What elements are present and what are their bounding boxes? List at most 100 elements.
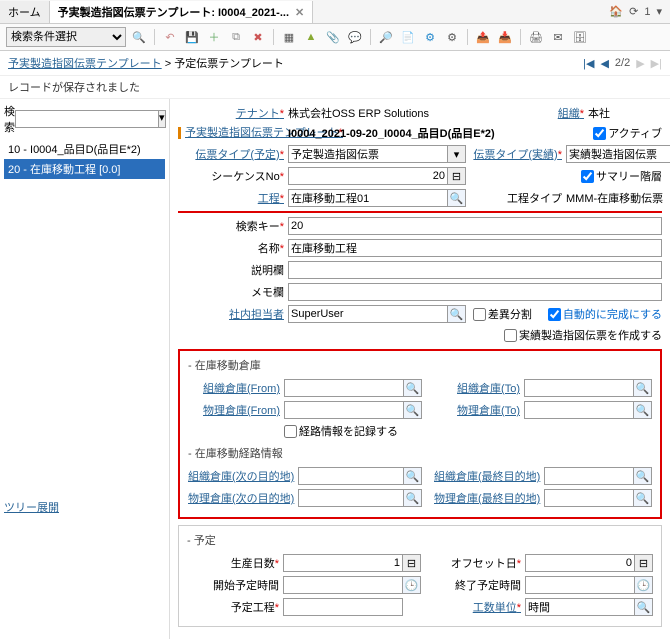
delete-icon[interactable]: ✖ bbox=[249, 28, 267, 46]
mail-icon[interactable]: ✉ bbox=[549, 28, 567, 46]
proddays-spinner[interactable]: ⊟ bbox=[403, 554, 421, 572]
tab-home[interactable]: ホーム bbox=[0, 1, 50, 23]
phywh-to-label[interactable]: 物理倉庫(To) bbox=[434, 402, 524, 418]
intrep-lookup[interactable]: 🔍 bbox=[448, 305, 466, 323]
breadcrumb-link-1[interactable]: 予実製造指図伝票テンプレート bbox=[8, 58, 162, 70]
phywh-next-lookup[interactable]: 🔍 bbox=[404, 489, 422, 507]
summary-checkbox[interactable]: サマリー階層 bbox=[581, 168, 662, 184]
orgwh-next-lookup[interactable]: 🔍 bbox=[404, 467, 422, 485]
tree-search-input[interactable] bbox=[15, 110, 159, 128]
orgwh-to-label[interactable]: 組織倉庫(To) bbox=[434, 380, 524, 396]
close-icon[interactable]: ✕ bbox=[295, 7, 304, 19]
process-icon[interactable]: ⚙ bbox=[421, 28, 439, 46]
offset-spinner[interactable]: ⊟ bbox=[635, 554, 653, 572]
desc-input[interactable] bbox=[288, 261, 662, 279]
key-input[interactable] bbox=[288, 217, 662, 235]
nav-up-icon[interactable]: ▲ bbox=[302, 28, 320, 46]
search-icon[interactable]: 🔍 bbox=[130, 28, 148, 46]
intrep-label[interactable]: 社内担当者 bbox=[178, 306, 288, 322]
orgwh-last-label[interactable]: 組織倉庫(最終目的地) bbox=[434, 468, 544, 484]
phywh-to-lookup[interactable]: 🔍 bbox=[634, 401, 652, 419]
proc-label[interactable]: 工程 bbox=[178, 190, 288, 206]
tenant-label[interactable]: テナント bbox=[178, 105, 288, 121]
orgwh-from-label[interactable]: 組織倉庫(From) bbox=[188, 380, 284, 396]
org-label[interactable]: 組織 bbox=[488, 105, 588, 121]
seq-input[interactable] bbox=[288, 167, 448, 185]
type-plan-input[interactable] bbox=[288, 145, 448, 163]
search-cond-select[interactable]: 検索条件選択 bbox=[6, 27, 126, 47]
phywh-from-label[interactable]: 物理倉庫(From) bbox=[188, 402, 284, 418]
tree-expand-link[interactable]: ツリー展開 bbox=[4, 499, 165, 515]
phywh-next-input[interactable] bbox=[298, 489, 404, 507]
tree-search-dropdown[interactable]: ▾ bbox=[159, 110, 166, 128]
gear-icon[interactable]: ⚙ bbox=[443, 28, 461, 46]
phywh-last-lookup[interactable]: 🔍 bbox=[634, 489, 652, 507]
nav-first-icon[interactable]: |◀ bbox=[583, 57, 594, 70]
tree-item-1[interactable]: 20 - 在庫移動工程 [0.0] bbox=[4, 159, 165, 179]
memo-input[interactable] bbox=[288, 283, 662, 301]
zoom-icon[interactable]: 🔎 bbox=[377, 28, 395, 46]
archive-icon[interactable]: 🗄 bbox=[571, 28, 589, 46]
template-label[interactable]: 予実製造指図伝票テンプレート bbox=[178, 127, 288, 139]
nav-prev-icon[interactable]: ◀ bbox=[600, 57, 608, 70]
tenant-value: 株式会社OSS ERP Solutions bbox=[288, 105, 488, 121]
refresh-icon[interactable]: ⟳ bbox=[629, 5, 638, 18]
diff-checkbox[interactable]: 差異分割 bbox=[473, 306, 532, 322]
orgwh-to-lookup[interactable]: 🔍 bbox=[634, 379, 652, 397]
proc-input[interactable] bbox=[288, 189, 448, 207]
seq-spinner[interactable]: ⊟ bbox=[448, 167, 466, 185]
start-picker[interactable]: 🕒 bbox=[403, 576, 421, 594]
undo-icon[interactable]: ↶ bbox=[161, 28, 179, 46]
route-rec-checkbox[interactable]: 経路情報を記録する bbox=[284, 423, 398, 439]
wku-lookup[interactable]: 🔍 bbox=[635, 598, 653, 616]
tree-item-0[interactable]: 10 - I0004_品目D(品目E*2) bbox=[4, 139, 165, 159]
end-input[interactable] bbox=[525, 576, 635, 594]
tab-active[interactable]: 予実製造指図伝票テンプレート: I0004_2021-...✕ bbox=[50, 1, 314, 23]
type-plan-dd[interactable]: ▾ bbox=[448, 145, 466, 163]
name-input[interactable] bbox=[288, 239, 662, 257]
type-plan-label[interactable]: 伝票タイプ(予定) bbox=[178, 146, 288, 162]
phywh-next-label[interactable]: 物理倉庫(次の目的地) bbox=[188, 490, 298, 506]
wku-label[interactable]: 工数単位 bbox=[435, 599, 525, 615]
export-icon[interactable]: 📤 bbox=[474, 28, 492, 46]
chat-icon[interactable]: 💬 bbox=[346, 28, 364, 46]
active-checkbox[interactable]: アクティブ bbox=[593, 125, 662, 141]
grid-icon[interactable]: ▦ bbox=[280, 28, 298, 46]
orgwh-from-input[interactable] bbox=[284, 379, 404, 397]
print-icon[interactable]: 🖨 bbox=[527, 28, 545, 46]
phywh-last-input[interactable] bbox=[544, 489, 634, 507]
intrep-input[interactable] bbox=[288, 305, 448, 323]
home-icon[interactable]: 🏠 bbox=[609, 5, 623, 18]
new-icon[interactable]: ＋ bbox=[205, 28, 223, 46]
orgwh-next-input[interactable] bbox=[298, 467, 404, 485]
report-icon[interactable]: 📄 bbox=[399, 28, 417, 46]
makeact-checkbox[interactable]: 実績製造指図伝票を作成する bbox=[504, 327, 662, 343]
proc-type-value: MMM-在庫移動伝票 bbox=[566, 190, 670, 206]
wku-input[interactable] bbox=[525, 598, 635, 616]
proddays-input[interactable] bbox=[283, 554, 403, 572]
phywh-to-input[interactable] bbox=[524, 401, 634, 419]
phywh-from-lookup[interactable]: 🔍 bbox=[404, 401, 422, 419]
orgwh-from-lookup[interactable]: 🔍 bbox=[404, 379, 422, 397]
proc-lookup[interactable]: 🔍 bbox=[448, 189, 466, 207]
offset-input[interactable] bbox=[525, 554, 635, 572]
menu-icon[interactable]: ▾ bbox=[656, 5, 662, 18]
phywh-from-input[interactable] bbox=[284, 401, 404, 419]
orgwh-next-label[interactable]: 組織倉庫(次の目的地) bbox=[188, 468, 298, 484]
orgwh-last-input[interactable] bbox=[544, 467, 634, 485]
nav-next-icon[interactable]: ▶ bbox=[636, 57, 644, 70]
attach-icon[interactable]: 📎 bbox=[324, 28, 342, 46]
save-icon[interactable]: 💾 bbox=[183, 28, 201, 46]
autocomp-checkbox[interactable]: 自動的に完成にする bbox=[548, 306, 662, 322]
orgwh-last-lookup[interactable]: 🔍 bbox=[634, 467, 652, 485]
end-picker[interactable]: 🕒 bbox=[635, 576, 653, 594]
nav-last-icon[interactable]: ▶| bbox=[651, 57, 662, 70]
orgwh-to-input[interactable] bbox=[524, 379, 634, 397]
import-icon[interactable]: 📥 bbox=[496, 28, 514, 46]
plan-proc-input[interactable] bbox=[283, 598, 403, 616]
type-act-label[interactable]: 伝票タイプ(実績) bbox=[466, 146, 566, 162]
copy-icon[interactable]: ⧉ bbox=[227, 28, 245, 46]
start-input[interactable] bbox=[283, 576, 403, 594]
phywh-last-label[interactable]: 物理倉庫(最終目的地) bbox=[434, 490, 544, 506]
type-act-input[interactable] bbox=[566, 145, 670, 163]
